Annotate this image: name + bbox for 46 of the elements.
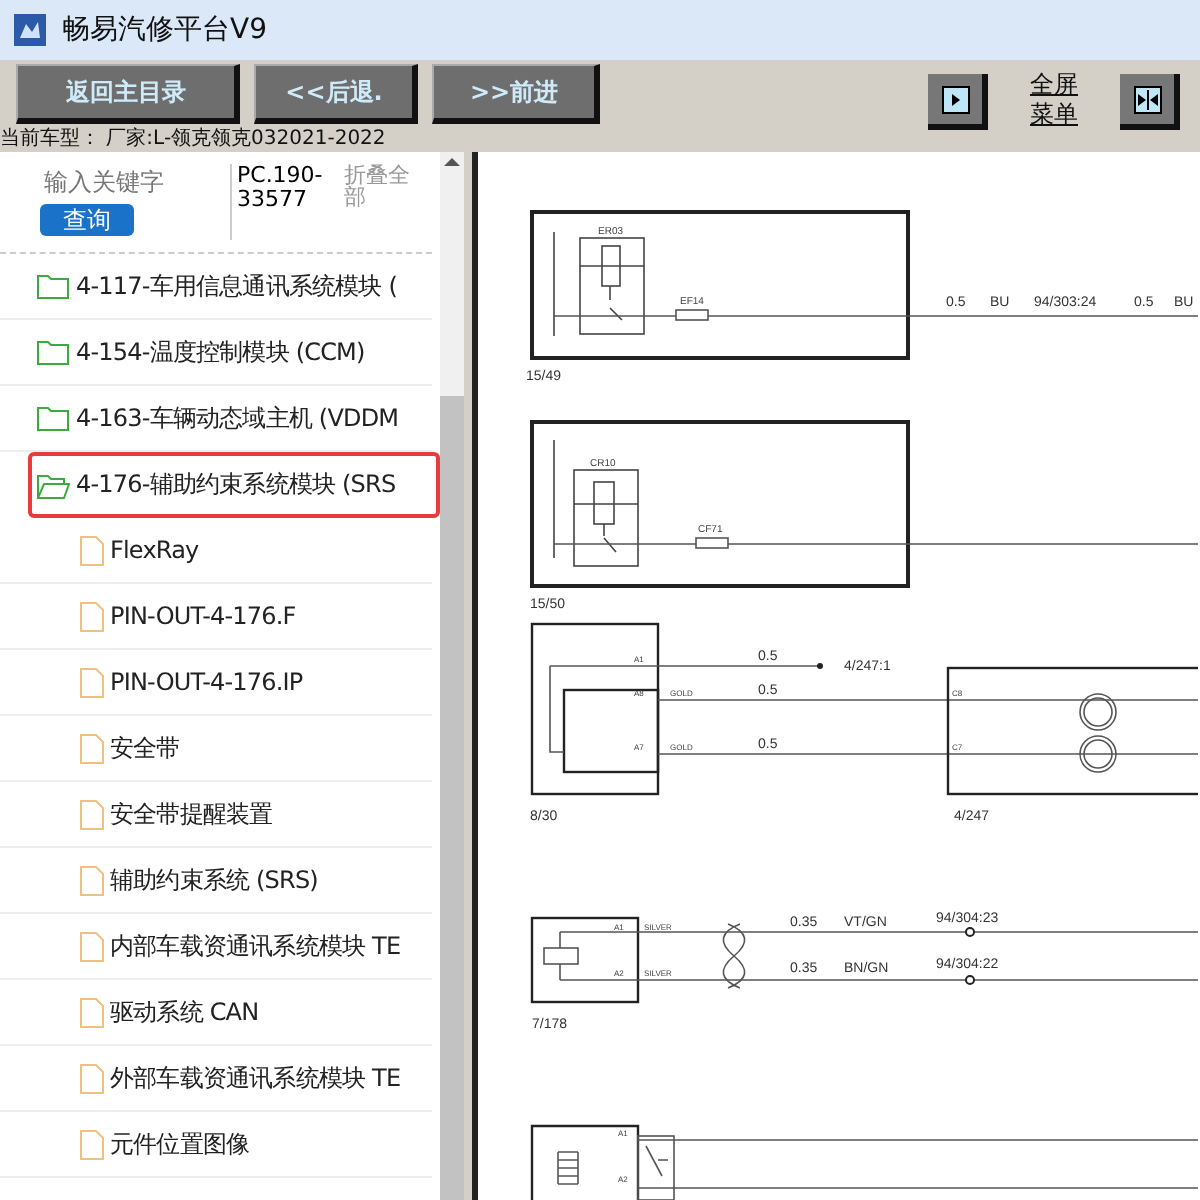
- document-icon: [80, 865, 104, 895]
- document-icon: [80, 535, 104, 565]
- current-vehicle-text: 当前车型： 厂家:L-领克领克032021-2022: [0, 128, 388, 152]
- tree-file-item[interactable]: FlexRay: [0, 518, 432, 584]
- tree-file-item[interactable]: 驱动系统 CAN: [0, 980, 432, 1046]
- scrollbar[interactable]: [440, 152, 464, 1200]
- expand-panel-button[interactable]: [928, 74, 988, 130]
- document-icon: [80, 799, 104, 829]
- tree-file-item[interactable]: 元件位置图像: [0, 1112, 432, 1178]
- tree-file-item[interactable]: 辅助约束系统 (SRS): [0, 848, 432, 914]
- document-icon: [80, 1063, 104, 1093]
- relay-symbol: [553, 439, 639, 567]
- tree-folder-item[interactable]: 4-154-温度控制模块 (CCM): [0, 320, 432, 386]
- tree-folder-item[interactable]: 4-117-车用信息通讯系统模块 (: [0, 254, 432, 320]
- part-code-text: PC.190-33577: [235, 164, 325, 216]
- nav-button[interactable]: >>前进: [432, 64, 600, 124]
- nav-button[interactable]: 返回主目录: [16, 64, 240, 124]
- tree-file-item[interactable]: PIN-OUT-4-176.IP: [0, 650, 432, 716]
- relay-symbol: [553, 231, 645, 337]
- split-arrows-icon: [1133, 85, 1161, 113]
- document-icon: [80, 931, 104, 961]
- split-view-button[interactable]: [1120, 74, 1180, 130]
- app-logo-icon: [14, 14, 46, 46]
- tree-file-item[interactable]: 内部车载资通讯系统模块 TE: [0, 914, 432, 980]
- fullscreen-menu-link[interactable]: 全屏 菜单: [1030, 70, 1078, 130]
- document-icon: [80, 1129, 104, 1159]
- tree-folder-item-selected[interactable]: 4-176-辅助约束系统模块 (SRS: [28, 452, 440, 518]
- folder-icon: [36, 272, 70, 300]
- folder-icon: [36, 404, 70, 432]
- document-icon: [80, 733, 104, 763]
- tree-file-item[interactable]: 安全带: [0, 716, 432, 782]
- tree-folder-item[interactable]: 4-163-车辆动态域主机 (VDDM: [0, 386, 432, 452]
- window-title: 畅易汽修平台V9: [62, 12, 267, 48]
- document-icon: [80, 667, 104, 697]
- scroll-up-arrow-icon[interactable]: [440, 152, 464, 172]
- folder-icon: [36, 338, 70, 366]
- tree-file-item[interactable]: PIN-OUT-4-176.F: [0, 584, 432, 650]
- nav-button[interactable]: <<后退.: [254, 64, 418, 124]
- document-icon: [80, 997, 104, 1027]
- switch-outline: [530, 1124, 640, 1200]
- document-icon: [80, 601, 104, 631]
- tree-file-item[interactable]: 外部车载资通讯系统模块 TE: [0, 1046, 432, 1112]
- arrow-right-icon: [941, 85, 969, 113]
- search-button[interactable]: 查询: [40, 204, 134, 236]
- open-folder-icon: [36, 471, 70, 499]
- tree-file-item[interactable]: 安全带提醒装置: [0, 782, 432, 848]
